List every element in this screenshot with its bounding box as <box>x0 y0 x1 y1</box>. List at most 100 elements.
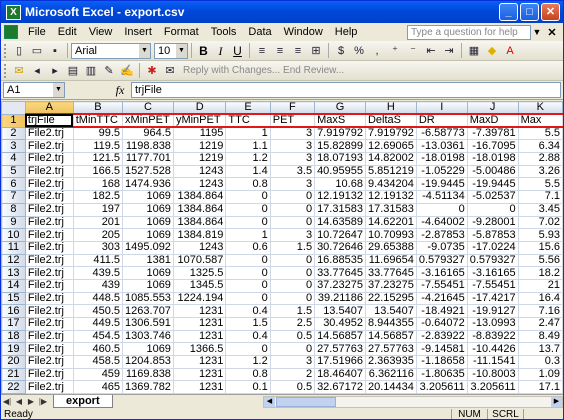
table-cell[interactable]: 0.6 <box>225 240 271 255</box>
column-header-h[interactable]: H <box>364 101 417 115</box>
table-cell[interactable]: 2 <box>269 367 316 382</box>
column-title-cell[interactable]: trjFile <box>24 113 74 129</box>
table-cell[interactable]: 1.4 <box>225 164 271 179</box>
spreadsheet-grid[interactable]: ABCDEFGHIJK 1 trjFile tMinTTC xMinPET yMinPE… <box>1 101 563 394</box>
table-cell[interactable]: File2.trj <box>24 304 74 318</box>
table-cell[interactable]: 449.5 <box>72 317 124 331</box>
table-cell[interactable]: 5.5 <box>517 126 563 141</box>
menu-tools[interactable]: Tools <box>205 26 243 38</box>
table-cell[interactable]: 1231 <box>172 317 227 331</box>
table-cell[interactable]: 17.1 <box>517 380 563 394</box>
last-sheet-icon[interactable]: |▶ <box>37 396 49 408</box>
table-cell[interactable]: 17.31583 <box>314 202 366 217</box>
table-cell[interactable]: 5.56 <box>517 253 563 268</box>
table-cell[interactable]: File2.trj <box>24 266 74 280</box>
table-cell[interactable]: 0 <box>225 253 271 268</box>
table-cell[interactable]: File2.trj <box>24 342 74 357</box>
table-cell[interactable]: 439 <box>72 278 124 293</box>
table-cell[interactable]: 1263.707 <box>122 304 174 318</box>
table-cell[interactable]: 6.362116 <box>364 367 417 382</box>
row-header[interactable]: 10 <box>1 228 26 242</box>
table-cell[interactable]: 27.57763 <box>364 342 417 357</box>
table-cell[interactable]: 15.82899 <box>314 139 366 154</box>
table-cell[interactable]: 1.5 <box>269 304 316 318</box>
fx-icon[interactable]: fx <box>109 83 131 98</box>
table-cell[interactable]: 30.72646 <box>314 240 366 255</box>
table-cell[interactable]: 12.19132 <box>314 190 366 204</box>
show-all-comments-icon[interactable]: ▥ <box>83 63 99 79</box>
table-cell[interactable]: 3.205611 <box>415 380 468 394</box>
chevron-down-icon[interactable]: ▼ <box>176 43 187 58</box>
table-cell[interactable]: 5.93 <box>517 228 563 242</box>
table-cell[interactable]: 12.19132 <box>364 190 417 204</box>
table-cell[interactable]: 460.5 <box>72 342 124 357</box>
table-cell[interactable]: 3.205611 <box>466 380 519 394</box>
send-icon[interactable]: ✉ <box>162 63 178 79</box>
table-cell[interactable]: 1.5 <box>225 317 271 331</box>
table-cell[interactable]: 166.5 <box>72 164 124 179</box>
column-title-cell[interactable]: PET <box>269 113 316 129</box>
table-cell[interactable]: 121.5 <box>72 152 124 166</box>
table-cell[interactable]: 29.65388 <box>364 240 417 255</box>
menu-window[interactable]: Window <box>278 26 329 38</box>
table-cell[interactable]: 33.77645 <box>364 266 417 280</box>
column-header-b[interactable]: B <box>72 101 124 115</box>
table-cell[interactable]: File2.trj <box>24 164 74 179</box>
column-header-j[interactable]: J <box>466 101 519 115</box>
table-cell[interactable]: 450.5 <box>72 304 124 318</box>
table-cell[interactable]: 182.5 <box>72 190 124 204</box>
table-cell[interactable]: -16.7095 <box>466 139 519 154</box>
row-header[interactable]: 12 <box>1 253 26 268</box>
table-cell[interactable]: 0 <box>225 291 271 306</box>
increase-decimal-icon[interactable]: ⁺ <box>387 43 403 59</box>
table-cell[interactable]: File2.trj <box>24 139 74 154</box>
table-cell[interactable]: 0 <box>225 278 271 293</box>
column-title-cell[interactable]: TTC <box>225 113 271 129</box>
align-right-icon[interactable]: ≡ <box>290 43 306 59</box>
table-cell[interactable]: -8.83922 <box>466 329 519 344</box>
fill-color-icon[interactable]: ◆ <box>484 43 500 59</box>
menu-format[interactable]: Format <box>158 26 205 38</box>
table-cell[interactable]: 1369.782 <box>122 380 174 394</box>
table-cell[interactable]: 0.4 <box>225 329 271 344</box>
row-header[interactable]: 20 <box>1 355 26 369</box>
table-cell[interactable]: 1384.864 <box>172 202 227 217</box>
table-cell[interactable]: File2.trj <box>24 329 74 344</box>
table-cell[interactable]: 3 <box>269 126 316 141</box>
table-cell[interactable]: 1.5 <box>269 240 316 255</box>
decrease-decimal-icon[interactable]: ⁻ <box>405 43 421 59</box>
scroll-thumb[interactable] <box>276 396 336 407</box>
table-cell[interactable]: 1177.701 <box>122 152 174 166</box>
currency-icon[interactable]: $ <box>333 43 349 59</box>
table-cell[interactable]: 458.5 <box>72 355 124 369</box>
table-cell[interactable]: File2.trj <box>24 202 74 217</box>
table-cell[interactable]: 0.4 <box>225 304 271 318</box>
table-cell[interactable]: -6.58773 <box>415 126 468 141</box>
table-cell[interactable]: 201 <box>72 215 124 230</box>
column-title-cell[interactable]: xMinPET <box>122 113 174 129</box>
help-search-input[interactable]: Type a question for help <box>407 24 531 40</box>
row-header[interactable]: 7 <box>1 190 26 204</box>
menu-data[interactable]: Data <box>242 26 277 38</box>
row-header[interactable]: 11 <box>1 240 26 255</box>
formula-input[interactable]: trjFile <box>131 82 561 98</box>
table-cell[interactable]: File2.trj <box>24 126 74 141</box>
table-cell[interactable]: 168 <box>72 177 124 192</box>
table-cell[interactable]: 21 <box>517 278 563 293</box>
italic-button[interactable]: I <box>212 43 229 59</box>
table-cell[interactable]: 1 <box>225 126 271 141</box>
table-cell[interactable]: -9.28001 <box>466 215 519 230</box>
table-cell[interactable]: 1224.194 <box>172 291 227 306</box>
table-cell[interactable]: 30.4952 <box>314 317 366 331</box>
menu-view[interactable]: View <box>83 26 119 38</box>
table-cell[interactable]: -13.0361 <box>415 139 468 154</box>
row-header[interactable]: 4 <box>1 152 26 166</box>
table-cell[interactable]: 3 <box>269 139 316 154</box>
table-cell[interactable]: 1.09 <box>517 367 563 382</box>
column-header-g[interactable]: G <box>314 101 366 115</box>
table-cell[interactable]: 5.5 <box>517 177 563 192</box>
column-header-a[interactable]: A <box>24 101 74 115</box>
table-cell[interactable]: 7.02 <box>517 215 563 230</box>
table-cell[interactable]: -4.64002 <box>415 215 468 230</box>
table-cell[interactable]: 1345.5 <box>172 278 227 293</box>
